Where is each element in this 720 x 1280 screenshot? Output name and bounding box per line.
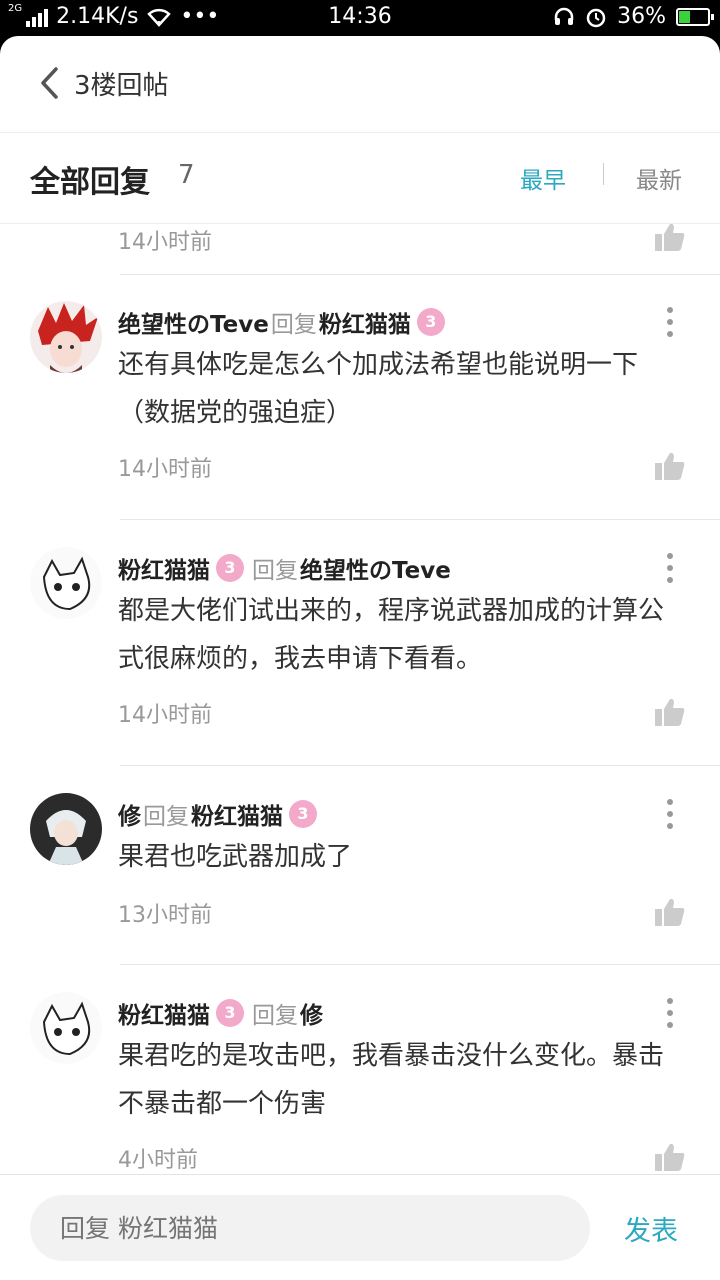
author-name[interactable]: 粉红猫猫: [118, 996, 210, 1030]
reply-word: 回复: [252, 558, 298, 584]
like-button[interactable]: [654, 451, 686, 481]
status-right: 36%: [553, 4, 714, 29]
level-badge-icon: 3: [289, 800, 317, 828]
reply-word: 回复: [143, 804, 189, 830]
dot-icon: [667, 811, 673, 817]
reply-content: 还有具体吃是怎么个加成法希望也能说明一下（数据党的强迫症）: [118, 350, 639, 428]
avatar[interactable]: [30, 301, 102, 373]
dot-icon: [667, 553, 673, 559]
reply-time: 14小时前: [118, 230, 212, 255]
avatar-image: [30, 301, 102, 373]
replies-header: 全部回复 7 最早 最新: [0, 133, 720, 224]
author-name[interactable]: 粉红猫猫: [118, 551, 210, 585]
dot-icon: [667, 331, 673, 337]
reply-word: 回复: [252, 1003, 298, 1029]
reply-item: 粉红猫猫 3 回复 绝望性のTeve 都是大佬们试出来的，程序说武器加成的计算公…: [0, 521, 720, 766]
top-bar: 3楼回帖: [0, 36, 720, 133]
more-options-button[interactable]: [666, 799, 674, 829]
dot-icon: [667, 1010, 673, 1016]
sort-divider: [603, 163, 604, 185]
dot-icon: [667, 1022, 673, 1028]
avatar[interactable]: [30, 992, 102, 1064]
reply-item: 修 回复 粉红猫猫 3 果君也吃武器加成了 13小时前: [0, 767, 720, 965]
battery-icon: [676, 7, 714, 26]
target-name[interactable]: 修: [300, 996, 323, 1030]
status-bar: 2G 2.14K/s ••• 14:36 36%: [0, 0, 720, 36]
reply-header: 绝望性のTeve 回复 粉红猫猫 3: [118, 305, 451, 339]
thumbs-up-icon: [655, 1143, 685, 1171]
like-button[interactable]: [654, 697, 686, 727]
level-badge-icon: 3: [216, 999, 244, 1027]
avatar-image: [30, 547, 102, 619]
level-badge-icon: 3: [416, 308, 445, 336]
chevron-left-icon: [41, 67, 58, 99]
reply-header: 粉红猫猫 3 回复 修: [118, 996, 323, 1030]
reply-time: 4小时前: [118, 1148, 198, 1173]
avatar-image: [30, 992, 102, 1064]
target-name[interactable]: 绝望性のTeve: [300, 551, 451, 585]
dot-icon: [667, 307, 673, 313]
author-name[interactable]: 绝望性のTeve: [118, 305, 269, 339]
send-button[interactable]: 发表: [624, 1209, 678, 1248]
more-options-button[interactable]: [666, 553, 674, 583]
like-button[interactable]: [654, 897, 686, 927]
target-name[interactable]: 粉红猫猫: [319, 305, 411, 339]
divider: [120, 765, 720, 766]
reply-input[interactable]: [30, 1195, 590, 1261]
author-name[interactable]: 修: [118, 797, 141, 831]
sort-newest-tab[interactable]: 最新: [636, 161, 682, 195]
more-options-button[interactable]: [666, 307, 674, 337]
dot-icon: [667, 319, 673, 325]
reply-time: 14小时前: [118, 457, 212, 482]
dot-icon: [667, 799, 673, 805]
reply-item: 绝望性のTeve 回复 粉红猫猫 3 还有具体吃是怎么个加成法希望也能说明一下（…: [0, 275, 720, 520]
thumbs-up-icon: [655, 452, 685, 480]
thumbs-up-icon: [655, 698, 685, 726]
reply-content: 果君也吃武器加成了: [118, 842, 353, 872]
reply-item: 粉红猫猫 3 回复 修 果君吃的是攻击吧，我看暴击没什么变化。暴击不暴击都一个伤…: [0, 966, 720, 1174]
avatar[interactable]: [30, 547, 102, 619]
dot-icon: [667, 577, 673, 583]
reply-list[interactable]: 14小时前 绝望性のTeve 回复 粉红猫猫 3 还有具体吃是怎么个加成法希望也…: [0, 224, 720, 1174]
reply-sheet: 3楼回帖 全部回复 7 最早 最新 14小时前 绝望性のTeve 回复 粉红猫猫…: [0, 36, 720, 1280]
reply-content: 果君吃的是攻击吧，我看暴击没什么变化。暴击不暴击都一个伤害: [118, 1041, 665, 1119]
reply-bar: 发表: [0, 1174, 720, 1280]
reply-content: 都是大佬们试出来的，程序说武器加成的计算公式很麻烦的，我去申请下看看。: [118, 596, 665, 674]
headset-icon: [554, 7, 574, 25]
dot-icon: [667, 565, 673, 571]
dot-icon: [667, 998, 673, 1004]
sort-earliest-tab[interactable]: 最早: [520, 161, 566, 195]
divider: [120, 519, 720, 520]
level-badge-icon: 3: [216, 554, 244, 582]
alarm-icon: [586, 8, 606, 27]
divider: [120, 964, 720, 965]
reply-word: 回复: [270, 312, 317, 338]
all-replies-title: 全部回复: [30, 165, 150, 200]
more-options-button[interactable]: [666, 998, 674, 1028]
reply-header: 修 回复 粉红猫猫 3: [118, 797, 323, 831]
avatar-image: [30, 793, 102, 865]
reply-header: 粉红猫猫 3 回复 绝望性のTeve: [118, 551, 451, 585]
reply-time: 13小时前: [118, 903, 212, 928]
reply-time: 14小时前: [118, 703, 212, 728]
battery-percent: 36%: [617, 4, 666, 29]
page-title: 3楼回帖: [74, 71, 169, 101]
thumbs-up-icon: [655, 898, 685, 926]
like-button[interactable]: [654, 224, 686, 252]
target-name[interactable]: 粉红猫猫: [191, 797, 283, 831]
back-button[interactable]: [38, 66, 60, 100]
thumbs-up-icon: [655, 224, 685, 251]
dot-icon: [667, 823, 673, 829]
reply-count: 7: [178, 160, 195, 190]
avatar[interactable]: [30, 793, 102, 865]
like-button[interactable]: [654, 1142, 686, 1172]
